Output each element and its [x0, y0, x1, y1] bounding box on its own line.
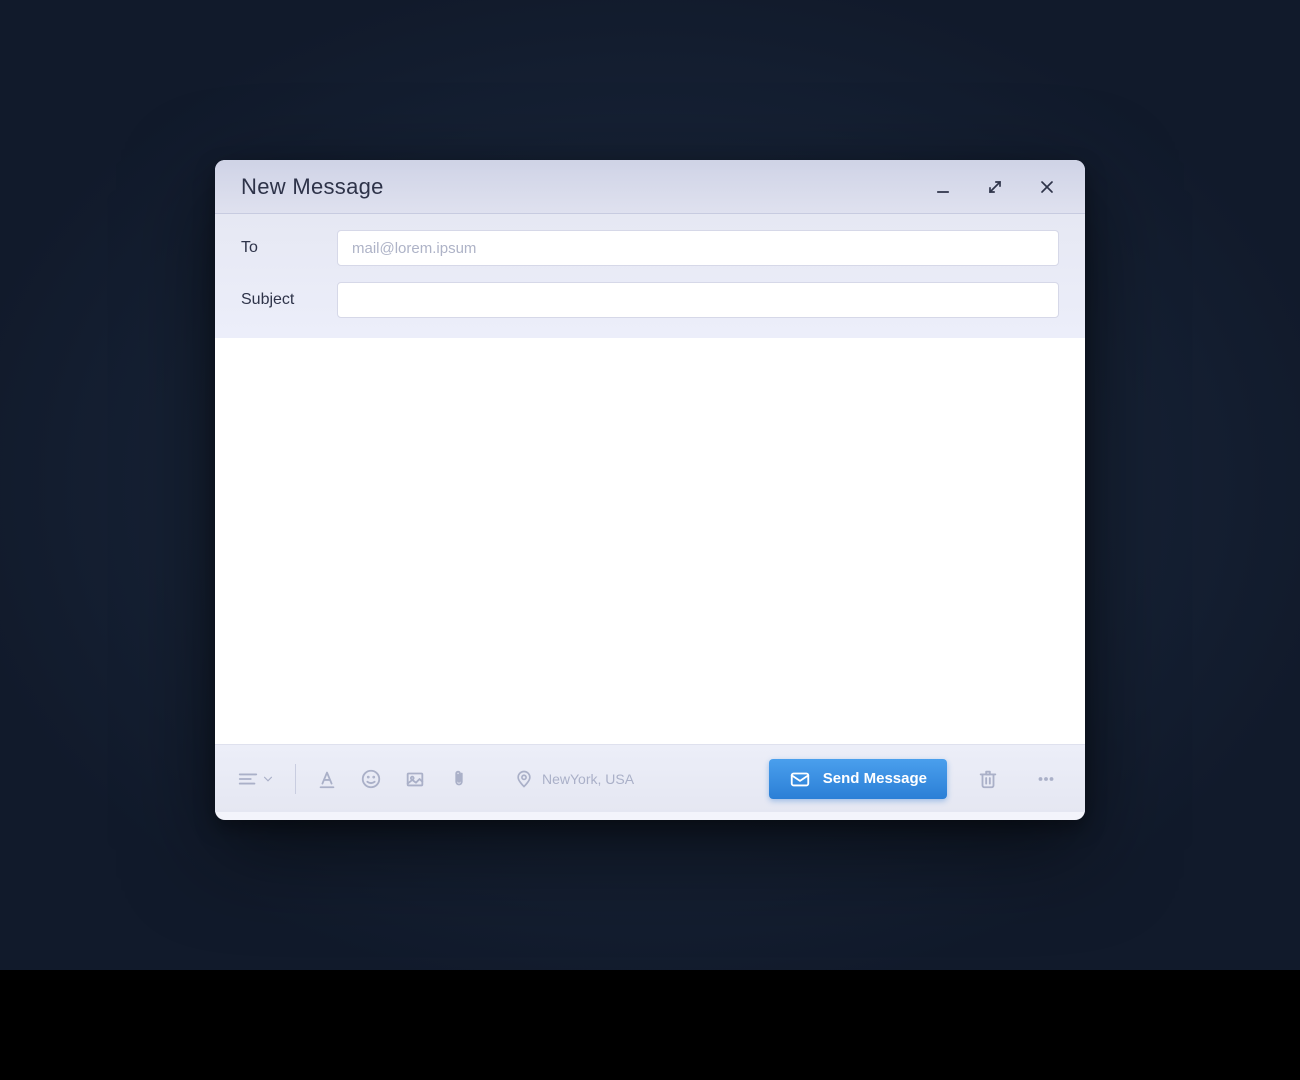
titlebar: New Message: [215, 160, 1085, 214]
more-icon: [1035, 768, 1057, 790]
to-label: To: [241, 239, 337, 257]
minimize-button[interactable]: [931, 175, 955, 199]
header-fields: To Subject: [215, 214, 1085, 338]
message-body[interactable]: [215, 338, 1085, 744]
subject-row: Subject: [241, 282, 1059, 318]
envelope-icon: [789, 768, 811, 790]
align-dropdown[interactable]: [237, 768, 275, 790]
minimize-icon: [933, 177, 953, 197]
delete-button[interactable]: [971, 762, 1005, 796]
chevron-down-icon: [261, 772, 275, 786]
send-button[interactable]: Send Message: [769, 759, 947, 799]
toolbar: NewYork, USA Send Message: [215, 744, 1085, 812]
location-text: NewYork, USA: [542, 771, 634, 787]
location-pin-icon: [514, 769, 534, 789]
align-left-icon: [237, 768, 259, 790]
emoji-button[interactable]: [354, 762, 388, 796]
trash-icon: [977, 768, 999, 790]
expand-button[interactable]: [983, 175, 1007, 199]
close-icon: [1037, 177, 1057, 197]
compose-window: New Message To Subject: [215, 160, 1085, 820]
expand-icon: [985, 177, 1005, 197]
footer-bar: [0, 970, 1300, 1080]
text-color-icon: [316, 768, 338, 790]
image-button[interactable]: [398, 762, 432, 796]
image-icon: [404, 768, 426, 790]
location-indicator[interactable]: NewYork, USA: [514, 769, 634, 789]
emoji-icon: [360, 768, 382, 790]
attach-button[interactable]: [442, 762, 476, 796]
toolbar-divider: [295, 764, 296, 794]
text-color-button[interactable]: [310, 762, 344, 796]
close-button[interactable]: [1035, 175, 1059, 199]
window-title: New Message: [241, 174, 384, 200]
subject-input[interactable]: [337, 282, 1059, 318]
send-button-label: Send Message: [823, 770, 927, 787]
to-input[interactable]: [337, 230, 1059, 266]
to-row: To: [241, 230, 1059, 266]
subject-label: Subject: [241, 291, 337, 309]
more-button[interactable]: [1029, 762, 1063, 796]
paperclip-icon: [448, 768, 470, 790]
